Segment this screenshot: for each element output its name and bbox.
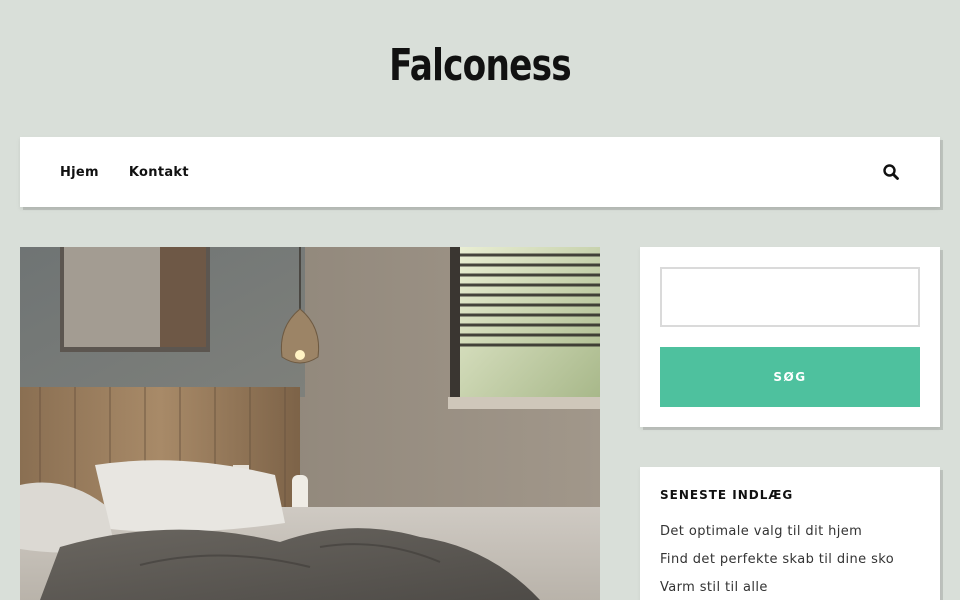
- site-title[interactable]: Falconess: [106, 40, 855, 91]
- nav-item-kontakt[interactable]: Kontakt: [129, 165, 189, 180]
- search-button[interactable]: SØG: [660, 347, 920, 407]
- recent-post-item: Det optimale valg til dit hjem: [660, 518, 920, 546]
- recent-post-link[interactable]: Det optimale valg til dit hjem: [660, 524, 862, 539]
- recent-posts-widget: SENESTE INDLÆG Det optimale valg til dit…: [640, 467, 940, 600]
- recent-post-link[interactable]: Find det perfekte skab til dine sko: [660, 552, 894, 567]
- search-icon[interactable]: [882, 163, 900, 181]
- featured-post-image[interactable]: [20, 247, 600, 600]
- search-input[interactable]: [660, 267, 920, 327]
- nav-item-hjem[interactable]: Hjem: [60, 165, 99, 180]
- recent-posts-title: SENESTE INDLÆG: [660, 488, 794, 502]
- bedroom-photo: [20, 247, 600, 600]
- recent-post-link[interactable]: Varm stil til alle: [660, 580, 768, 595]
- recent-post-item: Find det perfekte skab til dine sko: [660, 546, 920, 574]
- main-navigation: Hjem Kontakt: [20, 137, 940, 207]
- recent-posts-list: Det optimale valg til dit hjem Find det …: [660, 518, 920, 600]
- search-widget: SØG: [640, 247, 940, 427]
- recent-post-item: Varm stil til alle: [660, 574, 920, 600]
